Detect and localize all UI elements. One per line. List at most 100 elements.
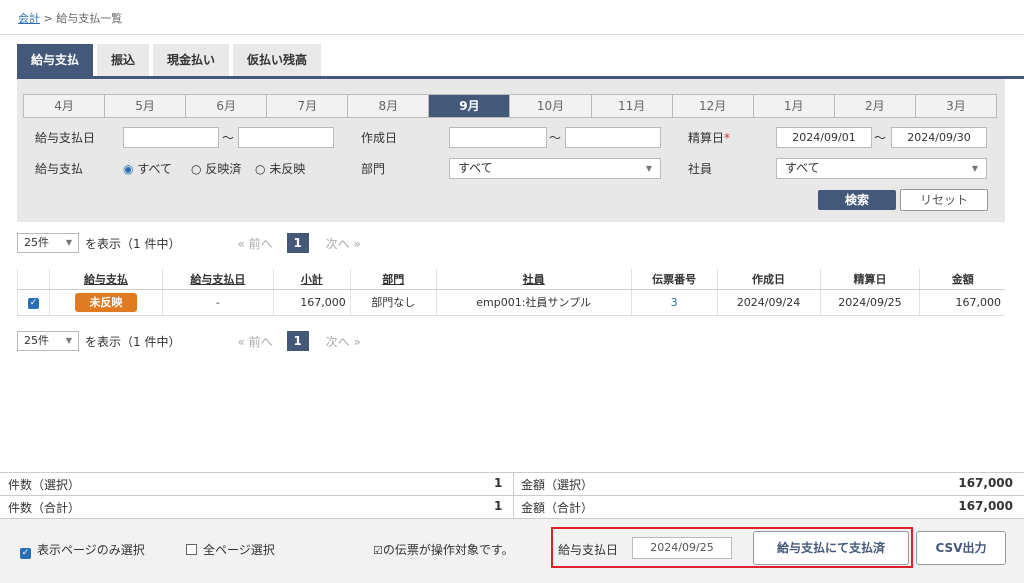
created-from-input[interactable] (449, 127, 547, 148)
payroll-table: 給与支払 給与支払日 小計 部門 社員 伝票番号 作成日 精算日 金額 ✓ 未反… (17, 269, 1005, 316)
breadcrumb: 会計 > 給与支払一覧 (18, 10, 122, 26)
count-selected-value: 1 (494, 476, 503, 490)
voucher-link[interactable]: 3 (630, 288, 718, 316)
month-tab-nov[interactable]: 11月 (591, 95, 673, 117)
page-number[interactable]: 1 (286, 331, 309, 351)
summary-total-row: 件数（合計） 1 金額（合計） 167,000 (0, 495, 1024, 519)
radio-empty-icon: ○ (255, 162, 266, 176)
row-checkbox[interactable]: ✓ (17, 288, 50, 316)
status-cell: 未反映 (48, 288, 163, 316)
pay-date-to-input[interactable] (238, 127, 334, 148)
amount-selected-label: 金額（選択） (521, 478, 594, 492)
settle-from-input[interactable]: 2024/09/01 (776, 127, 872, 148)
month-tab-mar[interactable]: 3月 (915, 95, 996, 117)
breadcrumb-root-link[interactable]: 会計 (18, 12, 40, 25)
breadcrumb-separator: > (43, 12, 53, 25)
amount-selected-value: 167,000 (958, 476, 1013, 490)
employee-select[interactable]: すべて ▼ (776, 158, 987, 179)
search-button[interactable]: 検索 (818, 190, 896, 210)
tab-payroll[interactable]: 給与支払 (17, 44, 94, 76)
next-page-link[interactable]: 次へ » (326, 333, 361, 350)
bottom-pay-date-input[interactable]: 2024/09/25 (632, 537, 732, 559)
radio-selected-icon: ◉ (123, 162, 134, 176)
dept-cell: 部門なし (349, 288, 437, 316)
radio-unapplied[interactable]: ○ 未反映 (255, 160, 305, 177)
employee-cell: emp001:社員サンプル (435, 288, 632, 316)
summary-divider (513, 473, 514, 496)
header-select (17, 269, 50, 290)
tab-cash[interactable]: 現金払い (153, 44, 230, 76)
checkbox-checked-icon: ✓ (27, 298, 39, 309)
summary-divider (513, 496, 514, 519)
all-pages-checkbox[interactable]: 全ページ選択 (186, 541, 275, 558)
bottom-pay-date-label: 給与支払日 (558, 543, 619, 557)
header-pay-date[interactable]: 給与支払日 (161, 269, 274, 290)
created-cell: 2024/09/24 (716, 288, 820, 316)
pager-bottom: 25件 ▼ を表示（1 件中） « 前へ 1 次へ » (17, 331, 361, 351)
radio-applied[interactable]: ○ 反映済 (191, 160, 241, 177)
header-voucher: 伝票番号 (630, 269, 718, 290)
csv-export-button[interactable]: CSV出力 (916, 531, 1006, 565)
tab-transfer[interactable]: 振込 (97, 44, 150, 76)
per-page-select[interactable]: 25件 ▼ (17, 331, 79, 351)
checkbox-mark-icon: ☑ (373, 544, 383, 557)
month-tab-may[interactable]: 5月 (105, 95, 187, 117)
settle-to-input[interactable]: 2024/09/30 (891, 127, 987, 148)
month-tab-oct[interactable]: 10月 (510, 95, 592, 117)
checkbox-empty-icon (186, 544, 197, 555)
pay-date-tilde: ～ (222, 131, 235, 145)
pay-date-from-input[interactable] (123, 127, 219, 148)
header-subtotal[interactable]: 小計 (272, 269, 351, 290)
table-row[interactable]: ✓ 未反映 - 167,000 部門なし emp001:社員サンプル 3 202… (17, 288, 1005, 316)
month-tab-dec[interactable]: 12月 (672, 95, 754, 117)
employee-label: 社員 (688, 162, 713, 176)
chevron-down-icon: ▼ (971, 164, 978, 173)
radio-all[interactable]: ◉ すべて (123, 160, 172, 177)
breadcrumb-current: 給与支払一覧 (56, 12, 123, 25)
settle-tilde: ～ (874, 131, 887, 145)
prev-page-link[interactable]: « 前へ (237, 235, 272, 252)
dept-label: 部門 (361, 162, 386, 176)
amount-total-label: 金額（合計） (521, 501, 594, 515)
settled-cell: 2024/09/25 (819, 288, 920, 316)
header-created: 作成日 (716, 269, 820, 290)
page-only-checkbox[interactable]: ✓ 表示ページのみ選択 (20, 541, 145, 559)
settle-date-label: 精算日* (688, 131, 731, 145)
dept-select[interactable]: すべて ▼ (449, 158, 661, 179)
header-dept[interactable]: 部門 (349, 269, 437, 290)
header-employee[interactable]: 社員 (435, 269, 632, 290)
subtotal-cell: 167,000 (272, 288, 351, 316)
created-date-label: 作成日 (361, 131, 398, 145)
pay-date-cell: - (161, 288, 274, 316)
amount-cell: 167,000 (919, 288, 1005, 316)
mark-paid-button[interactable]: 給与支払にて支払済 (753, 531, 909, 565)
count-selected-label: 件数（選択） (8, 478, 81, 492)
month-tab-feb[interactable]: 2月 (834, 95, 916, 117)
page-number[interactable]: 1 (286, 233, 309, 253)
chevron-down-icon: ▼ (65, 336, 72, 345)
month-tab-aug[interactable]: 8月 (348, 95, 430, 117)
tab-advance-balance[interactable]: 仮払い残高 (233, 44, 322, 76)
prev-page-link[interactable]: « 前へ (237, 333, 272, 350)
required-mark: * (724, 131, 731, 145)
month-tab-jul[interactable]: 7月 (267, 95, 349, 117)
checkbox-checked-icon: ✓ (20, 548, 31, 559)
next-page-link[interactable]: 次へ » (326, 235, 361, 252)
count-total-label: 件数（合計） (8, 501, 81, 515)
per-page-select[interactable]: 25件 ▼ (17, 233, 79, 253)
summary-selected-row: 件数（選択） 1 金額（選択） 167,000 (0, 472, 1024, 496)
radio-empty-icon: ○ (191, 162, 202, 176)
reset-button[interactable]: リセット (900, 189, 988, 211)
header-settled: 精算日 (819, 269, 920, 290)
month-tab-jun[interactable]: 6月 (186, 95, 268, 117)
header-payroll[interactable]: 給与支払 (48, 269, 163, 290)
created-to-input[interactable] (565, 127, 661, 148)
header-divider (0, 34, 1024, 35)
month-tab-jan[interactable]: 1月 (753, 95, 835, 117)
pager-top: 25件 ▼ を表示（1 件中） « 前へ 1 次へ » (17, 233, 361, 253)
month-tab-sep[interactable]: 9月 (429, 95, 511, 117)
month-tab-apr[interactable]: 4月 (24, 95, 106, 117)
chevron-down-icon: ▼ (645, 164, 652, 173)
status-badge: 未反映 (74, 292, 137, 312)
month-selector: 4月 5月 6月 7月 8月 9月 10月 11月 12月 1月 2月 3月 (23, 94, 997, 118)
